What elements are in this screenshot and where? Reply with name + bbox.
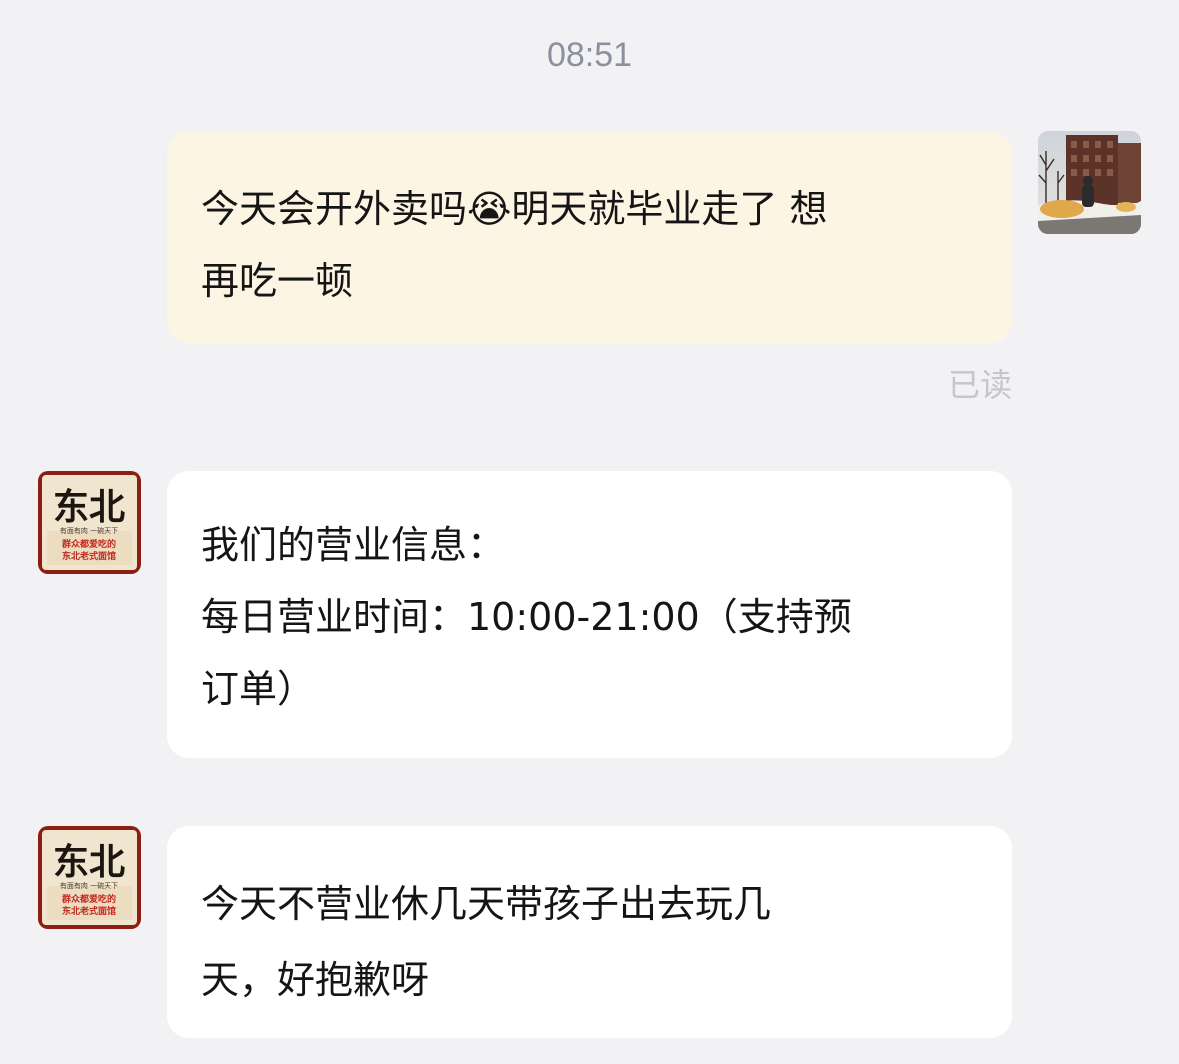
logo-title: 东北 <box>53 486 125 528</box>
logo-line: 群众都爱吃的 <box>61 893 116 905</box>
shop-avatar[interactable]: 东北 有面有肉 一碗天下 群众都爱吃的 东北老式面馆 <box>38 826 141 929</box>
read-receipt: 已读 <box>947 366 1012 404</box>
message-text: 今天不营业休几天带孩子出去玩几 天，好抱歉呀 <box>201 882 772 1002</box>
logo-title: 东北 <box>53 841 125 883</box>
shop-logo-avatar-icon: 东北 有面有肉 一碗天下 群众都爱吃的 东北老式面馆 <box>38 826 141 929</box>
logo-line: 群众都爱吃的 <box>61 538 116 550</box>
incoming-message-bubble[interactable]: 今天不营业休几天带孩子出去玩几 天，好抱歉呀 <box>167 826 1012 1038</box>
logo-line: 有面有肉 一碗天下 <box>60 881 118 890</box>
shop-logo-avatar-icon: 东北 有面有肉 一碗天下 群众都爱吃的 东北老式面馆 <box>38 471 141 574</box>
logo-line: 东北老式面馆 <box>62 905 116 917</box>
logo-line: 有面有肉 一碗天下 <box>60 526 118 535</box>
outgoing-message-bubble[interactable]: 今天会开外卖吗😭明天就毕业走了 想 再吃一顿 <box>167 131 1012 343</box>
shop-avatar[interactable]: 东北 有面有肉 一碗天下 群众都爱吃的 东北老式面馆 <box>38 471 141 574</box>
incoming-message-bubble[interactable]: 我们的营业信息： 每日营业时间：10:00-21:00（支持预 订单） <box>167 471 1012 758</box>
message-timestamp: 08:51 <box>546 36 633 74</box>
user-avatar[interactable] <box>1038 131 1141 234</box>
photo-avatar-icon <box>1038 131 1141 234</box>
message-text: 今天会开外卖吗😭明天就毕业走了 想 再吃一顿 <box>201 187 828 303</box>
logo-line: 东北老式面馆 <box>62 550 116 562</box>
message-text: 我们的营业信息： 每日营业时间：10:00-21:00（支持预 订单） <box>201 523 852 711</box>
